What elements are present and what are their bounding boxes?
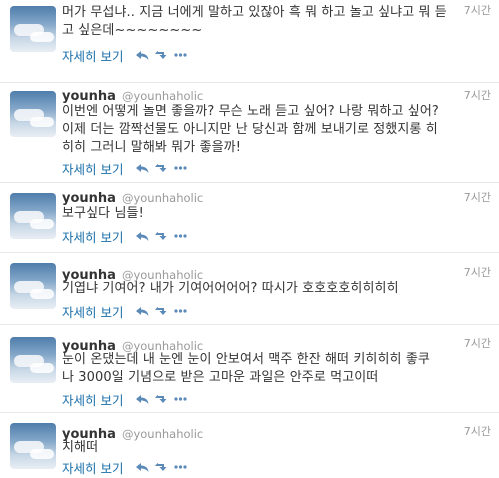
retweet-icon[interactable] (154, 461, 169, 473)
tweet-text: 머가 무섭냐.. 지금 너에게 말하고 있잖아 흑 뭐 하고 놀고 싶냐고 뭐 … (62, 5, 447, 38)
more-icon[interactable] (173, 49, 188, 61)
tweet-actions: 자세히 보기 (62, 227, 192, 245)
details-link[interactable]: 자세히 보기 (62, 390, 123, 409)
retweet-icon[interactable] (154, 162, 169, 174)
retweet-icon[interactable] (154, 49, 169, 61)
tweet-time[interactable]: 7시간 (464, 87, 491, 103)
tweet-text: 치해떠 (62, 440, 99, 455)
tweet-text: 보구싶다 님들! (62, 206, 144, 221)
reply-icon[interactable] (135, 305, 150, 317)
retweet-icon[interactable] (154, 305, 169, 317)
avatar[interactable] (10, 6, 56, 52)
details-link[interactable]: 자세히 보기 (62, 227, 123, 246)
avatar[interactable] (10, 193, 56, 239)
tweet-item: 7시간 머가 무섭냐.. 지금 너에게 말하고 있잖아 흑 뭐 하고 놀고 싶냐… (0, 0, 499, 83)
tweet-time[interactable]: 7시간 (464, 335, 491, 351)
tweet-text: 이번엔 어떻게 놀면 좋을까? 무슨 노래 듣고 싶어? 나랑 뭐하고 싶어? … (62, 104, 439, 155)
tweet-item: younha @younhaholic 7시간 눈이 온댔는데 내 눈엔 눈이 안… (0, 325, 499, 413)
more-icon[interactable] (173, 305, 188, 317)
tweet-header: younha @younhaholic (62, 85, 203, 104)
user-handle[interactable]: @younhaholic (122, 89, 203, 103)
tweet-text: 눈이 온댔는데 내 눈엔 눈이 안보여서 맥주 한잔 해떠 키히히히 좋쿠 나 … (62, 352, 430, 385)
reply-icon[interactable] (135, 49, 150, 61)
avatar[interactable] (10, 423, 56, 469)
reply-icon[interactable] (135, 393, 150, 405)
retweet-icon[interactable] (154, 393, 169, 405)
details-link[interactable]: 자세히 보기 (62, 46, 123, 65)
reply-icon[interactable] (135, 461, 150, 473)
more-icon[interactable] (173, 461, 188, 473)
more-icon[interactable] (173, 393, 188, 405)
tweet-item: younha @younhaholic 7시간 이번엔 어떻게 놀면 좋을까? 무… (0, 83, 499, 183)
tweet-item: younha @younhaholic 7시간 치해떠 자세히 보기 (0, 413, 499, 478)
user-name[interactable]: younha (62, 89, 116, 104)
tweet-actions: 자세히 보기 (62, 46, 192, 64)
tweet-header: younha @younhaholic (62, 187, 203, 206)
avatar[interactable] (10, 91, 56, 137)
tweet-actions: 자세히 보기 (62, 458, 192, 476)
reply-icon[interactable] (135, 162, 150, 174)
tweet-text: 기엽냐 기여어? 내가 기여어어어어? 따시가 호호호호히히히히 (62, 281, 399, 296)
details-link[interactable]: 자세히 보기 (62, 458, 123, 477)
more-icon[interactable] (173, 230, 188, 242)
tweet-time[interactable]: 7시간 (464, 189, 491, 205)
tweet-feed: 7시간 머가 무섭냐.. 지금 너에게 말하고 있잖아 흑 뭐 하고 놀고 싶냐… (0, 0, 499, 478)
reply-icon[interactable] (135, 230, 150, 242)
tweet-item: younha @younhaholic 7시간 기엽냐 기여어? 내가 기여어어어… (0, 253, 499, 325)
user-handle[interactable]: @younhaholic (122, 191, 203, 205)
tweet-actions: 자세히 보기 (62, 390, 192, 408)
tweet-item: younha @younhaholic 7시간 보구싶다 님들! 자세히 보기 (0, 183, 499, 253)
details-link[interactable]: 자세히 보기 (62, 159, 123, 178)
details-link[interactable]: 자세히 보기 (62, 302, 123, 321)
tweet-time[interactable]: 7시간 (464, 264, 491, 280)
tweet-time[interactable]: 7시간 (464, 423, 491, 439)
avatar[interactable] (10, 337, 56, 383)
more-icon[interactable] (173, 162, 188, 174)
avatar[interactable] (10, 263, 56, 309)
user-name[interactable]: younha (62, 191, 116, 206)
tweet-actions: 자세히 보기 (62, 159, 192, 177)
tweet-actions: 자세히 보기 (62, 302, 192, 320)
retweet-icon[interactable] (154, 230, 169, 242)
